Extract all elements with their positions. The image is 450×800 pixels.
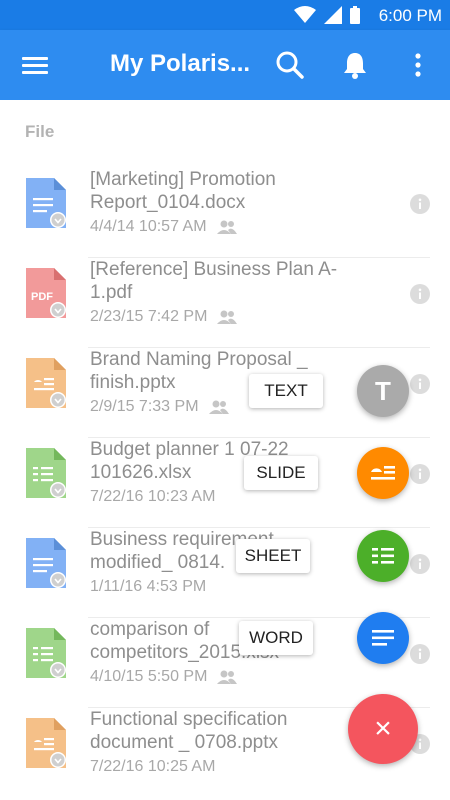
info-icon[interactable] [410,464,430,484]
info-icon[interactable] [410,284,430,304]
file-meta: 7/22/16 10:23 AM [90,488,215,506]
file-date: 2/9/15 7:33 PM [90,398,199,415]
sheet-file-icon [26,628,66,678]
file-row[interactable]: PDF [Reference] Business Plan A-1.pdf 2/… [0,258,450,348]
fab-label-word[interactable]: WORD [239,621,313,655]
close-icon: × [374,712,392,745]
pdf-file-icon: PDF [26,268,66,318]
new-slide-fab[interactable] [357,447,409,499]
file-date: 2/23/15 7:42 PM [90,308,208,325]
bell-icon [344,53,366,79]
new-sheet-fab[interactable] [357,530,409,582]
slide-icon [371,466,395,480]
shared-icon [208,400,229,414]
more-options-button[interactable] [403,50,433,80]
pdf-badge: PDF [31,291,53,303]
menu-icon-bar [22,71,48,74]
info-icon[interactable] [410,194,430,214]
status-icons [294,6,360,24]
new-text-fab[interactable]: T [357,365,409,417]
file-date: 7/22/16 10:23 AM [90,488,216,505]
more-vert-icon [415,53,421,77]
file-name: Business requirement modified_ 0814. [90,529,274,573]
slide-file-icon [26,358,66,408]
app-title: My Polaris... [110,50,251,77]
info-icon[interactable] [410,554,430,574]
fab-label-text[interactable]: TEXT [249,374,323,408]
info-icon[interactable] [410,374,430,394]
file-name: Functional specification document _ 0708… [90,709,288,753]
fab-label-sheet[interactable]: SHEET [236,539,310,573]
new-word-fab[interactable] [357,612,409,664]
wifi-icon [294,6,316,23]
status-time: 6:00 PM [378,6,442,25]
notifications-button[interactable] [340,50,370,80]
file-meta: 2/9/15 7:33 PM [90,398,229,416]
search-button[interactable] [275,50,305,80]
info-icon[interactable] [410,644,430,664]
menu-icon-bar [22,64,48,67]
word-file-icon [26,538,66,588]
slide-file-icon [26,718,66,768]
file-meta: 7/22/16 10:25 AM [90,758,215,776]
file-name: [Reference] Business Plan A-1.pdf [90,259,338,303]
close-fab[interactable]: × [348,694,418,764]
sheet-file-icon [26,448,66,498]
text-icon: T [375,375,391,406]
file-date: 1/11/16 4:53 PM [90,578,207,595]
menu-icon [22,57,48,60]
word-icon [372,630,394,646]
shared-icon [217,670,238,684]
status-bar: 6:00 PM [0,0,450,30]
shared-icon [217,310,238,324]
file-meta: 4/10/15 5:50 PM [90,668,238,686]
menu-button[interactable] [18,50,52,80]
search-icon [276,51,304,79]
file-date: 4/4/14 10:57 AM [90,218,207,235]
file-name: [Marketing] Promotion Report_0104.docx [90,169,276,213]
file-meta: 4/4/14 10:57 AM [90,218,237,236]
sheet-icon [372,548,394,564]
file-meta: 1/11/16 4:53 PM [90,578,206,596]
battery-icon [350,6,360,24]
file-meta: 2/23/15 7:42 PM [90,308,238,326]
fab-label-slide[interactable]: SLIDE [244,456,318,490]
word-file-icon [26,178,66,228]
file-row[interactable]: [Marketing] Promotion Report_0104.docx 4… [0,168,450,258]
shared-icon [216,220,237,234]
signal-icon [324,6,342,24]
section-label: File [25,122,55,141]
app-bar: My Polaris... [0,30,450,100]
file-date: 4/10/15 5:50 PM [90,668,208,685]
file-date: 7/22/16 10:25 AM [90,758,216,775]
